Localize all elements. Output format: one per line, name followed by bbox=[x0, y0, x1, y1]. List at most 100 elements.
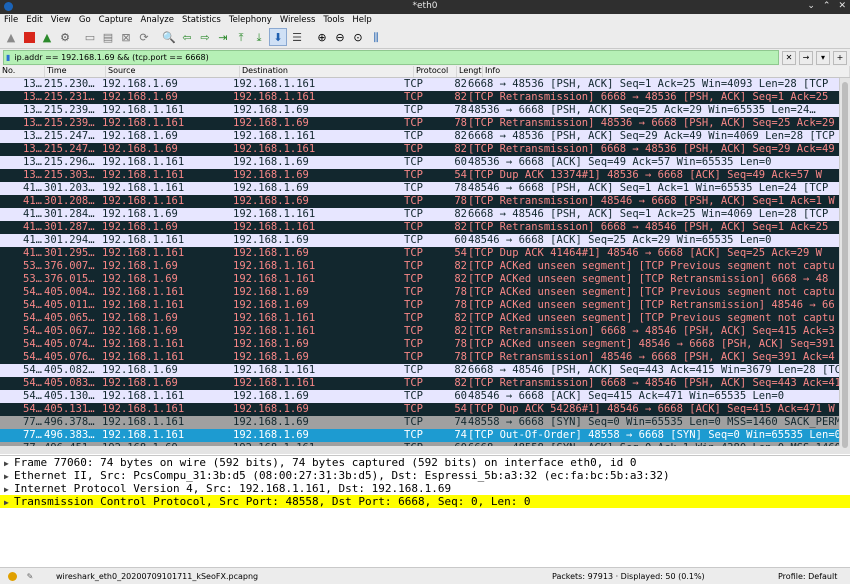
detail-ethernet[interactable]: ▶ Ethernet II, Src: PcsCompu_31:3b:d5 (08… bbox=[0, 469, 850, 482]
packet-row[interactable]: 13… 215.239… 192.168.1.161 192.168.1.69 TCP 7… bbox=[0, 117, 850, 130]
cell-protocol: TCP bbox=[404, 143, 423, 155]
packet-list-header: No. Time Source Destination Protocol Len… bbox=[0, 66, 850, 78]
packet-row[interactable]: 77… 496.378… 192.168.1.161 192.168.1.69 TCP 7… bbox=[0, 416, 850, 429]
packet-row[interactable]: 54… 405.074… 192.168.1.161 192.168.1.69 TCP 7… bbox=[0, 338, 850, 351]
normal-size-icon[interactable]: ⊙ bbox=[350, 29, 366, 45]
column-header-no[interactable]: No. bbox=[0, 66, 45, 77]
profile-name[interactable]: Profile: Default bbox=[778, 572, 837, 581]
detail-frame[interactable]: ▶ Frame 77060: 74 bytes on wire (592 bits… bbox=[0, 456, 850, 469]
scrollbar-thumb[interactable] bbox=[842, 82, 848, 448]
stop-capture-icon[interactable] bbox=[21, 29, 37, 45]
packet-row[interactable]: 54… 405.065… 192.168.1.69 192.168.1.161 TCP 8… bbox=[0, 312, 850, 325]
cell-source: 192.168.1.161 bbox=[102, 299, 185, 311]
packet-row[interactable]: 54… 405.067… 192.168.1.69 192.168.1.161 TCP 8… bbox=[0, 325, 850, 338]
menu-help[interactable]: Help bbox=[352, 15, 371, 25]
menu-telephony[interactable]: Telephony bbox=[229, 15, 272, 25]
packet-list-scrollbar[interactable] bbox=[839, 78, 850, 454]
zoom-in-icon[interactable]: ⊕ bbox=[314, 29, 330, 45]
packet-row-selected[interactable]: 77… 496.383… 192.168.1.161 192.168.1.69 TCP 7… bbox=[0, 429, 850, 442]
capture-comment-icon[interactable]: ✎ bbox=[24, 570, 36, 582]
packet-row[interactable]: 54… 405.083… 192.168.1.69 192.168.1.161 TCP 8… bbox=[0, 377, 850, 390]
first-packet-icon[interactable]: ⤒ bbox=[233, 29, 249, 45]
packet-row[interactable]: 13… 215.230… 192.168.1.69 192.168.1.161 TCP 8… bbox=[0, 78, 850, 91]
resize-columns-icon[interactable]: ⫼ bbox=[368, 29, 384, 45]
menu-bar: File Edit View Go Capture Analyze Statis… bbox=[0, 14, 850, 26]
packet-list[interactable]: No. Time Source Destination Protocol Len… bbox=[0, 66, 850, 454]
column-header-destination[interactable]: Destination bbox=[240, 66, 414, 77]
zoom-out-icon[interactable]: ⊖ bbox=[332, 29, 348, 45]
menu-wireless[interactable]: Wireless bbox=[280, 15, 316, 25]
close-icon[interactable]: ✕ bbox=[838, 1, 846, 11]
packet-row[interactable]: 13… 215.247… 192.168.1.69 192.168.1.161 TCP 8… bbox=[0, 143, 850, 156]
packet-row[interactable]: 13… 215.239… 192.168.1.161 192.168.1.69 TCP 7… bbox=[0, 104, 850, 117]
open-file-icon[interactable]: ▭ bbox=[82, 29, 98, 45]
menu-tools[interactable]: Tools bbox=[323, 15, 344, 25]
restart-capture-icon[interactable]: ▲ bbox=[39, 29, 55, 45]
last-packet-icon[interactable]: ⤓ bbox=[251, 29, 267, 45]
menu-view[interactable]: View bbox=[51, 15, 71, 25]
column-header-length[interactable]: Length bbox=[457, 66, 483, 77]
autoscroll-icon[interactable]: ⬇ bbox=[269, 28, 287, 46]
cell-destination: 192.168.1.69 bbox=[233, 390, 309, 402]
packet-row[interactable]: 41… 301.203… 192.168.1.161 192.168.1.69 TCP 7… bbox=[0, 182, 850, 195]
expert-info-icon[interactable] bbox=[6, 570, 18, 582]
packet-row[interactable]: 53… 376.015… 192.168.1.69 192.168.1.161 TCP 8… bbox=[0, 273, 850, 286]
packet-row[interactable]: 54… 405.004… 192.168.1.161 192.168.1.69 TCP 7… bbox=[0, 286, 850, 299]
column-header-source[interactable]: Source bbox=[106, 66, 240, 77]
cell-source: 192.168.1.161 bbox=[102, 182, 185, 194]
close-file-icon[interactable]: ⊠ bbox=[118, 29, 134, 45]
find-packet-icon[interactable]: 🔍 bbox=[161, 29, 177, 45]
menu-edit[interactable]: Edit bbox=[26, 15, 42, 25]
expand-arrow-icon[interactable]: ▶ bbox=[4, 496, 14, 509]
shark-fin-start-icon[interactable]: ▲ bbox=[3, 29, 19, 45]
cell-no: 54… bbox=[23, 338, 42, 350]
cell-source: 192.168.1.69 bbox=[102, 78, 178, 90]
minimize-icon[interactable]: ⌄ bbox=[807, 1, 815, 11]
packet-row[interactable]: 41… 301.208… 192.168.1.161 192.168.1.69 TCP 7… bbox=[0, 195, 850, 208]
cell-info: [TCP ACKed unseen segment] [TCP Previous… bbox=[468, 260, 835, 272]
packet-row[interactable]: 41… 301.284… 192.168.1.69 192.168.1.161 TCP 8… bbox=[0, 208, 850, 221]
packet-row[interactable]: 41… 301.295… 192.168.1.161 192.168.1.69 TCP 5… bbox=[0, 247, 850, 260]
menu-statistics[interactable]: Statistics bbox=[182, 15, 221, 25]
menu-file[interactable]: File bbox=[4, 15, 18, 25]
clear-filter-button[interactable]: ✕ bbox=[782, 50, 796, 65]
go-forward-icon[interactable]: ⇨ bbox=[197, 29, 213, 45]
menu-analyze[interactable]: Analyze bbox=[140, 15, 174, 25]
packet-row[interactable]: 13… 215.247… 192.168.1.69 192.168.1.161 TCP 8… bbox=[0, 130, 850, 143]
detail-ipv4[interactable]: ▶ Internet Protocol Version 4, Src: 192.1… bbox=[0, 482, 850, 495]
packet-details-pane[interactable]: ▶ Frame 77060: 74 bytes on wire (592 bits… bbox=[0, 455, 850, 566]
packet-row[interactable]: 13… 215.296… 192.168.1.161 192.168.1.69 TCP 6… bbox=[0, 156, 850, 169]
packet-row[interactable]: 53… 376.007… 192.168.1.69 192.168.1.161 TCP 8… bbox=[0, 260, 850, 273]
packet-row[interactable]: 54… 405.011… 192.168.1.161 192.168.1.69 TCP 7… bbox=[0, 299, 850, 312]
go-back-icon[interactable]: ⇦ bbox=[179, 29, 195, 45]
menu-capture[interactable]: Capture bbox=[99, 15, 133, 25]
packet-row[interactable]: 41… 301.287… 192.168.1.69 192.168.1.161 TCP 8… bbox=[0, 221, 850, 234]
capture-options-icon[interactable]: ⚙ bbox=[57, 29, 73, 45]
save-file-icon[interactable]: ▤ bbox=[100, 29, 116, 45]
filter-history-icon[interactable]: ▾ bbox=[816, 50, 830, 65]
go-to-packet-icon[interactable]: ⇥ bbox=[215, 29, 231, 45]
column-header-info[interactable]: Info bbox=[483, 66, 850, 77]
cell-length: 54 bbox=[454, 169, 467, 181]
apply-filter-button[interactable]: → bbox=[799, 50, 813, 65]
column-header-time[interactable]: Time bbox=[45, 66, 106, 77]
reload-file-icon[interactable]: ⟳ bbox=[136, 29, 152, 45]
bookmark-icon[interactable]: ▮ bbox=[6, 53, 10, 62]
cell-source: 192.168.1.161 bbox=[102, 416, 185, 428]
cell-time: 376.007… bbox=[44, 260, 95, 272]
packet-row[interactable]: 54… 405.082… 192.168.1.69 192.168.1.161 TCP 8… bbox=[0, 364, 850, 377]
packet-row[interactable]: 13… 215.231… 192.168.1.69 192.168.1.161 TCP 8… bbox=[0, 91, 850, 104]
packet-row[interactable]: 13… 215.303… 192.168.1.161 192.168.1.69 TCP 5… bbox=[0, 169, 850, 182]
add-filter-button[interactable]: + bbox=[833, 50, 847, 65]
packet-list-hscrollbar[interactable] bbox=[0, 446, 840, 454]
colorize-icon[interactable]: ☰ bbox=[289, 29, 305, 45]
column-header-protocol[interactable]: Protocol bbox=[414, 66, 457, 77]
packet-row[interactable]: 54… 405.076… 192.168.1.161 192.168.1.69 TCP 7… bbox=[0, 351, 850, 364]
menu-go[interactable]: Go bbox=[79, 15, 91, 25]
maximize-icon[interactable]: ⌃ bbox=[823, 1, 831, 11]
packet-row[interactable]: 54… 405.130… 192.168.1.161 192.168.1.69 TCP 6… bbox=[0, 390, 850, 403]
display-filter-input[interactable]: ▮ ip.addr == 192.168.1.69 && (tcp.port =… bbox=[3, 50, 779, 65]
detail-tcp[interactable]: ▶ Transmission Control Protocol, Src Port… bbox=[0, 495, 850, 508]
packet-row[interactable]: 41… 301.294… 192.168.1.161 192.168.1.69 TCP 6… bbox=[0, 234, 850, 247]
packet-row[interactable]: 54… 405.131… 192.168.1.161 192.168.1.69 TCP 5… bbox=[0, 403, 850, 416]
